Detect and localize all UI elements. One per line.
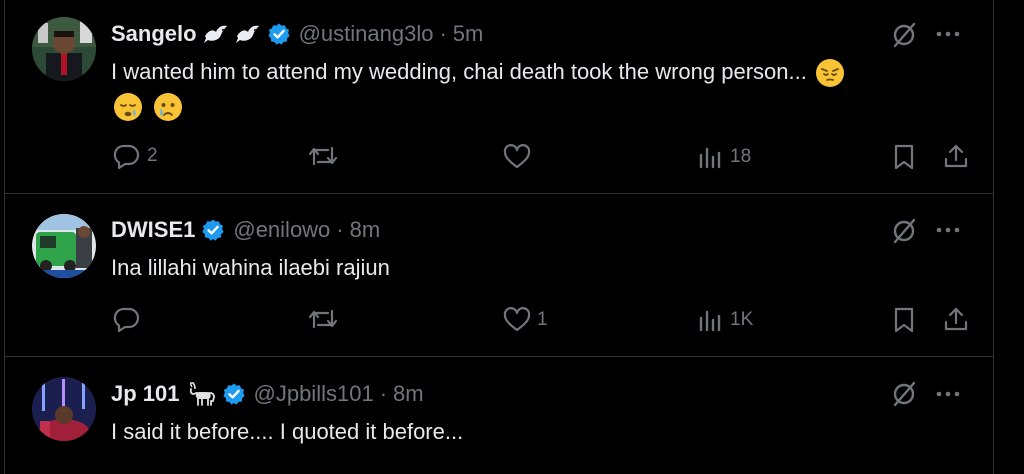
more-icon[interactable] bbox=[934, 220, 962, 240]
share-button[interactable] bbox=[943, 306, 969, 332]
reply-button[interactable]: 2 bbox=[113, 143, 158, 169]
separator: · bbox=[336, 217, 344, 242]
verified-badge-icon[interactable] bbox=[267, 22, 291, 46]
display-name[interactable]: Sangelo bbox=[111, 21, 197, 47]
handle[interactable]: @enilowo bbox=[233, 217, 330, 243]
like-count: 1 bbox=[537, 309, 548, 330]
timestamp[interactable]: 8m bbox=[350, 217, 381, 243]
verified-badge-icon[interactable] bbox=[222, 382, 246, 406]
tweet-text-content: Ina lillahi wahina ilaebi rajiun bbox=[111, 255, 390, 280]
grok-icon[interactable] bbox=[890, 217, 918, 245]
more-icon[interactable] bbox=[934, 24, 962, 44]
tweet-text: I said it before.... I quoted it before.… bbox=[111, 415, 981, 449]
like-button[interactable] bbox=[503, 144, 537, 170]
analytics-icon bbox=[698, 145, 724, 169]
tweet-text: I wanted him to attend my wedding, chai … bbox=[111, 55, 981, 123]
share-button[interactable] bbox=[943, 143, 969, 169]
retweet-button[interactable] bbox=[308, 144, 344, 168]
handle[interactable]: @ustinang3lo bbox=[299, 21, 434, 47]
share-icon bbox=[943, 143, 969, 169]
sleepy-face-emoji bbox=[113, 92, 143, 122]
timeline: Sangelo @ustinang3lo · 5m I wanted him t… bbox=[4, 0, 994, 474]
bookmark-button[interactable] bbox=[892, 143, 916, 171]
tweet-text: Ina lillahi wahina ilaebi rajiun bbox=[111, 251, 981, 285]
crying-face-emoji bbox=[153, 92, 183, 122]
tweet-header: DWISE1 @enilowo · 8m bbox=[111, 215, 380, 245]
avatar[interactable] bbox=[32, 377, 96, 441]
views-button[interactable]: 18 bbox=[698, 145, 751, 169]
tweet[interactable]: DWISE1 @enilowo · 8m Ina lillahi wahina … bbox=[5, 194, 993, 357]
dove-icon bbox=[235, 22, 261, 46]
separator: · bbox=[379, 381, 388, 406]
retweet-icon bbox=[308, 144, 338, 168]
reply-button[interactable] bbox=[113, 306, 147, 332]
like-button[interactable]: 1 bbox=[503, 307, 548, 333]
bookmark-button[interactable] bbox=[892, 306, 916, 334]
more-icon[interactable] bbox=[934, 384, 962, 404]
reply-icon bbox=[113, 306, 141, 332]
separator: · bbox=[439, 21, 447, 46]
timestamp[interactable]: 8m bbox=[393, 381, 424, 407]
tweet[interactable]: Jp 101 @Jpbills101 · 8m I said it before… bbox=[5, 357, 993, 474]
view-count: 1K bbox=[730, 309, 754, 330]
retweet-button[interactable] bbox=[308, 307, 344, 331]
reply-icon bbox=[113, 143, 141, 169]
tweet-text-content: I said it before.... I quoted it before.… bbox=[111, 419, 464, 444]
grok-icon[interactable] bbox=[890, 380, 918, 408]
reply-count: 2 bbox=[147, 145, 158, 166]
verified-badge-icon[interactable] bbox=[201, 218, 225, 242]
tweet[interactable]: Sangelo @ustinang3lo · 5m I wanted him t… bbox=[5, 0, 993, 194]
goat-icon bbox=[186, 381, 216, 407]
tweet-header: Jp 101 @Jpbills101 · 8m bbox=[111, 379, 424, 409]
heart-icon bbox=[503, 307, 531, 333]
retweet-icon bbox=[308, 307, 338, 331]
avatar[interactable] bbox=[32, 214, 96, 278]
dove-icon bbox=[203, 22, 229, 46]
tweet-header: Sangelo @ustinang3lo · 5m bbox=[111, 19, 483, 49]
handle[interactable]: @Jpbills101 bbox=[254, 381, 374, 407]
avatar[interactable] bbox=[32, 17, 96, 81]
display-name[interactable]: Jp 101 bbox=[111, 381, 180, 407]
tweet-text-content: I wanted him to attend my wedding, chai … bbox=[111, 59, 807, 84]
views-button[interactable]: 1K bbox=[698, 308, 753, 332]
pensive-face-emoji bbox=[815, 58, 845, 88]
display-name[interactable]: DWISE1 bbox=[111, 217, 195, 243]
view-count: 18 bbox=[730, 146, 752, 167]
heart-icon bbox=[503, 144, 531, 170]
bookmark-icon bbox=[892, 306, 916, 334]
bookmark-icon bbox=[892, 143, 916, 171]
share-icon bbox=[943, 306, 969, 332]
timestamp[interactable]: 5m bbox=[453, 21, 484, 47]
analytics-icon bbox=[698, 308, 724, 332]
grok-icon[interactable] bbox=[890, 21, 918, 49]
